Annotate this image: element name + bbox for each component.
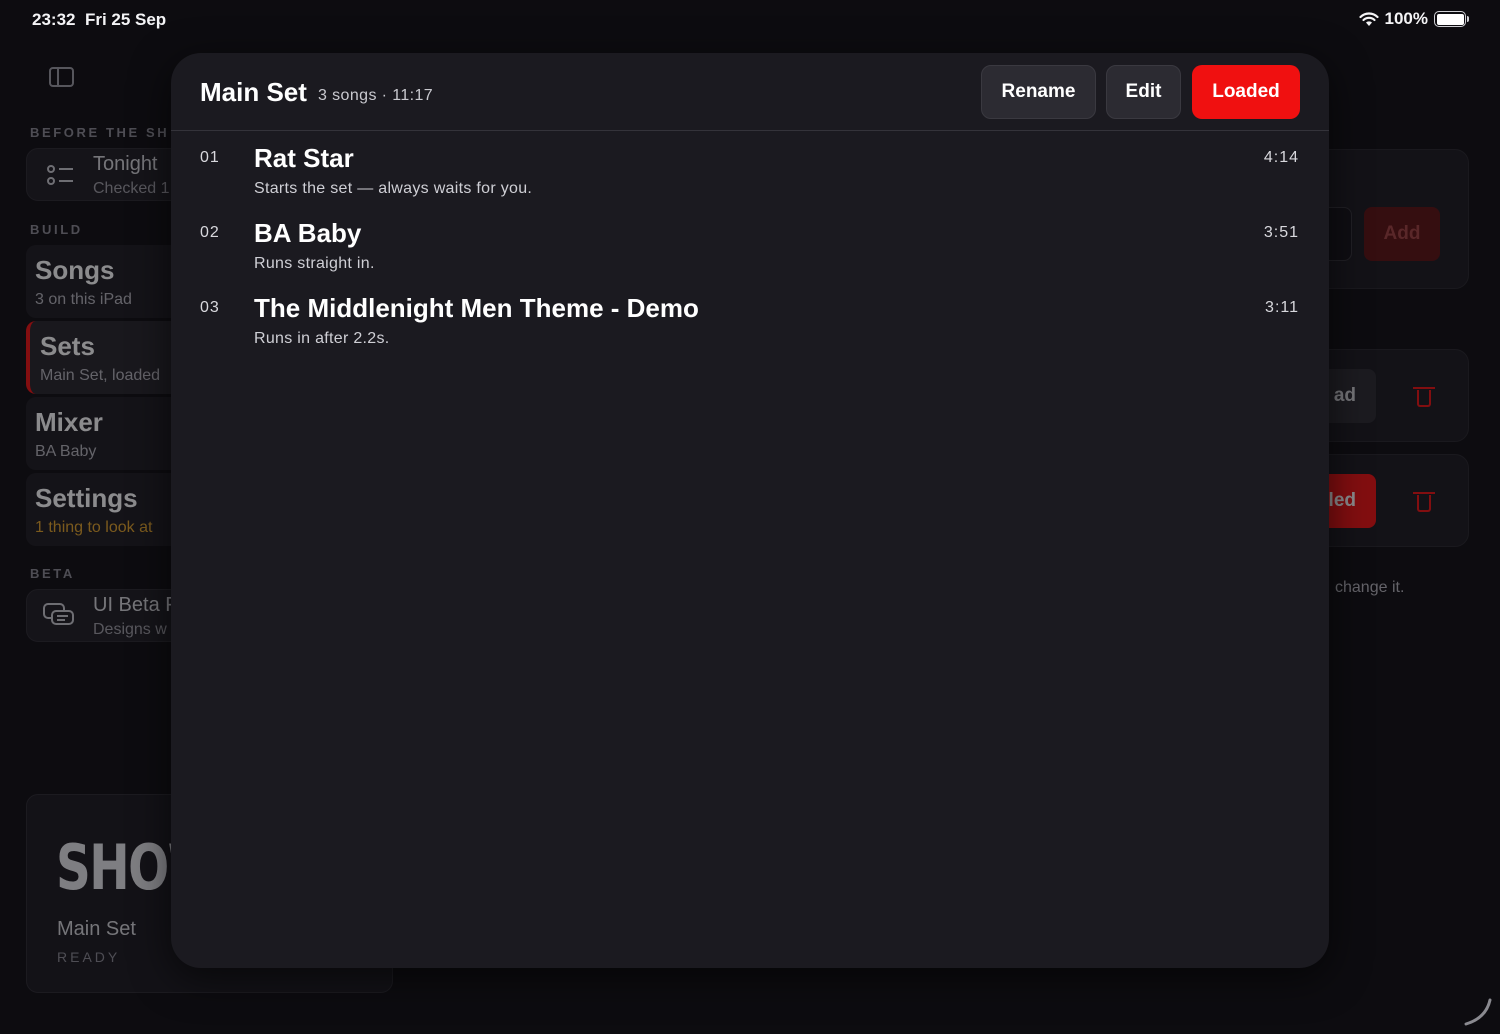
section-label-beta: BETA (30, 566, 75, 581)
song-note: Starts the set — always waits for you. (254, 180, 533, 197)
sheet-header: Main Set 3 songs · 11:17 Rename Edit Loa… (171, 53, 1329, 131)
set-title: Main Set (200, 77, 307, 107)
section-label-before: BEFORE THE SH (30, 125, 170, 140)
tonight-card[interactable]: Tonight Checked 1 (26, 148, 186, 201)
resize-handle-icon[interactable] (1462, 996, 1494, 1028)
song-note: Runs straight in. (254, 255, 375, 272)
tonight-sub: Checked 1 (93, 180, 170, 197)
song-row[interactable]: 03 The Middlenight Men Theme - Demo Runs… (171, 283, 1329, 358)
show-status: READY (57, 949, 121, 965)
sidebar-item-sub: 1 thing to look at (35, 519, 153, 536)
set-detail-sheet: Main Set 3 songs · 11:17 Rename Edit Loa… (171, 53, 1329, 968)
add-button[interactable]: Add (1364, 207, 1440, 261)
section-label-build: BUILD (30, 222, 83, 237)
set-meta: 3 songs · 11:17 (318, 87, 434, 104)
song-duration: 4:14 (1263, 149, 1299, 166)
sidebar-item-sub: BA Baby (35, 443, 97, 460)
tonight-title: Tonight (93, 153, 158, 175)
song-number: 03 (200, 299, 220, 316)
chat-bubbles-icon (43, 603, 74, 625)
trash-icon[interactable] (1413, 385, 1435, 407)
sidebar-item-label: Songs (35, 255, 115, 285)
sidebar-item-settings[interactable]: Settings 1 thing to look at (26, 473, 186, 546)
sidebar-toggle-icon[interactable] (49, 67, 74, 87)
song-title: BA Baby (254, 218, 362, 248)
loaded-button[interactable]: Loaded (1192, 65, 1300, 119)
song-number: 01 (200, 149, 220, 166)
sidebar-item-label: Sets (40, 331, 95, 361)
sidebar-item-label: Mixer (35, 407, 103, 437)
sidebar-item-sub: 3 on this iPad (35, 291, 132, 308)
song-title: The Middlenight Men Theme - Demo (254, 293, 699, 323)
song-duration: 3:11 (1265, 299, 1299, 316)
beta-card[interactable]: UI Beta F Designs w (26, 589, 186, 642)
sidebar-item-sub: Main Set, loaded (40, 367, 161, 384)
song-title: Rat Star (254, 143, 354, 173)
checklist-icon (47, 163, 75, 187)
song-number: 02 (200, 224, 220, 241)
song-row[interactable]: 01 Rat Star Starts the set — always wait… (171, 133, 1329, 208)
beta-sub: Designs w (93, 621, 167, 638)
hint-text: change it. (1335, 579, 1405, 596)
edit-button[interactable]: Edit (1106, 65, 1181, 119)
rename-button[interactable]: Rename (981, 65, 1096, 119)
song-note: Runs in after 2.2s. (254, 330, 390, 347)
sidebar-item-sets[interactable]: Sets Main Set, loaded (26, 321, 186, 394)
beta-title: UI Beta F (93, 594, 178, 616)
sidebar-item-label: Settings (35, 483, 138, 513)
song-row[interactable]: 02 BA Baby Runs straight in. 3:51 (171, 208, 1329, 283)
sidebar-item-mixer[interactable]: Mixer BA Baby (26, 397, 186, 470)
trash-icon[interactable] (1413, 490, 1435, 512)
show-set-name: Main Set (57, 918, 136, 940)
sidebar-item-songs[interactable]: Songs 3 on this iPad (26, 245, 186, 318)
song-duration: 3:51 (1263, 224, 1299, 241)
